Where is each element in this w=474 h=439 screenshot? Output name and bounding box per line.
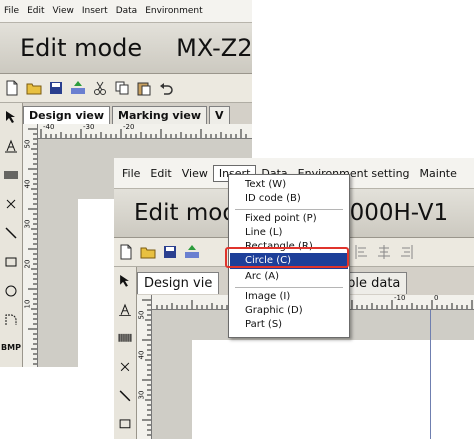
menu-item-line[interactable]: Line (L) [245,227,282,238]
new-file-icon[interactable] [118,244,134,260]
menu-item-image[interactable]: Image (I) [245,291,290,302]
transfer-icon[interactable] [70,80,86,96]
front-menu-edit[interactable]: Edit [145,167,176,180]
menu-item-graphic[interactable]: Graphic (D) [245,305,303,316]
back-menubar: File Edit View Insert Data Environment [0,0,252,23]
back-ruler-top-label: -30 [83,123,95,131]
align-right-icon[interactable] [398,244,414,260]
rectangle-tool-icon[interactable] [4,255,18,269]
menu-item-part[interactable]: Part (S) [245,319,282,330]
back-tab-design-view[interactable]: Design view [23,106,111,124]
barcode-tool-icon[interactable] [4,168,18,182]
menu-separator [235,209,343,210]
back-ruler-top-label: -20 [123,123,135,131]
front-label-paper[interactable] [192,340,474,439]
back-menu-file[interactable]: File [0,6,23,16]
front-ruler-left-label: 30 [137,390,146,400]
open-folder-icon[interactable] [140,244,156,260]
back-menu-environment[interactable]: Environment [141,6,206,16]
fixed-point-tool-icon[interactable] [4,197,18,211]
align-left-icon[interactable] [354,244,370,260]
select-arrow-icon[interactable] [4,110,18,124]
text-tool-icon[interactable] [118,303,132,317]
front-ruler-top-label: -10 [394,294,406,302]
bmp-tool[interactable]: BMP [1,343,21,352]
open-folder-icon[interactable] [26,80,42,96]
front-menu-view[interactable]: View [177,167,213,180]
rectangle-tool-icon[interactable] [118,417,132,431]
line-tool-icon[interactable] [118,389,132,403]
save-icon[interactable] [162,244,178,260]
menu-separator [235,287,343,288]
select-arrow-icon[interactable] [118,274,132,288]
back-tab-marking-view[interactable]: Marking view [112,106,207,124]
back-ruler-left: 50 40 30 20 10 [23,124,38,367]
front-ruler-top-label: 0 [434,294,439,302]
menu-item-id-code[interactable]: ID code (B) [245,193,301,204]
line-tool-icon[interactable] [4,226,18,240]
back-tabs: Design view Marking view V [23,104,252,124]
fixed-point-tool-icon[interactable] [118,360,132,374]
cut-icon[interactable] [92,80,108,96]
front-ruler-left: 50 40 30 [137,295,152,439]
new-file-icon[interactable] [4,80,20,96]
back-ruler-left-label: 30 [23,219,32,229]
back-menu-data[interactable]: Data [112,6,142,16]
barcode-tool-icon[interactable] [118,331,132,345]
front-ruler-left-label: 50 [137,310,146,320]
front-title-mode: Edit mod [134,200,237,226]
align-center-icon[interactable] [376,244,392,260]
back-ruler-top-ticks [40,129,247,138]
copy-icon[interactable] [114,80,130,96]
menu-item-text[interactable]: Text (W) [245,179,286,190]
front-menu-maintenance[interactable]: Mainte [415,167,462,180]
back-ruler-left-label: 10 [23,299,32,309]
back-toolbar [0,74,252,103]
arc-tool-icon[interactable] [4,313,18,327]
back-ruler-left-label: 20 [23,259,32,269]
back-title-mode: Edit mode [20,34,143,62]
back-ruler-top: -40 -30 -20 [38,123,252,139]
front-guide-line [430,310,431,439]
front-ruler-left-label: 40 [137,350,146,360]
back-ruler-left-ticks [28,128,37,365]
back-menu-insert[interactable]: Insert [78,6,112,16]
front-left-toolbox [114,267,137,439]
back-tab-truncated[interactable]: V [209,106,230,124]
save-icon[interactable] [48,80,64,96]
menu-item-fixed-point[interactable]: Fixed point (P) [245,213,317,224]
back-left-toolbox: BMP [0,103,23,367]
back-ruler-left-label: 50 [23,139,32,149]
transfer-icon[interactable] [184,244,200,260]
front-tab-design-view[interactable]: Design vie [137,272,220,294]
undo-icon[interactable] [158,80,174,96]
menu-item-arc[interactable]: Arc (A) [245,271,279,282]
circle-tool-icon[interactable] [4,284,18,298]
paste-icon[interactable] [136,80,152,96]
back-title-model: MX-Z20 [176,34,252,62]
text-tool-icon[interactable] [4,139,18,153]
circle-callout-box [225,247,349,268]
front-menu-file[interactable]: File [117,167,145,180]
back-menu-view[interactable]: View [49,6,78,16]
back-ruler-top-label: -40 [43,123,55,131]
back-ruler-left-label: 40 [23,179,32,189]
back-menu-edit[interactable]: Edit [23,6,48,16]
back-title-bar: Edit mode MX-Z20 [0,23,252,74]
